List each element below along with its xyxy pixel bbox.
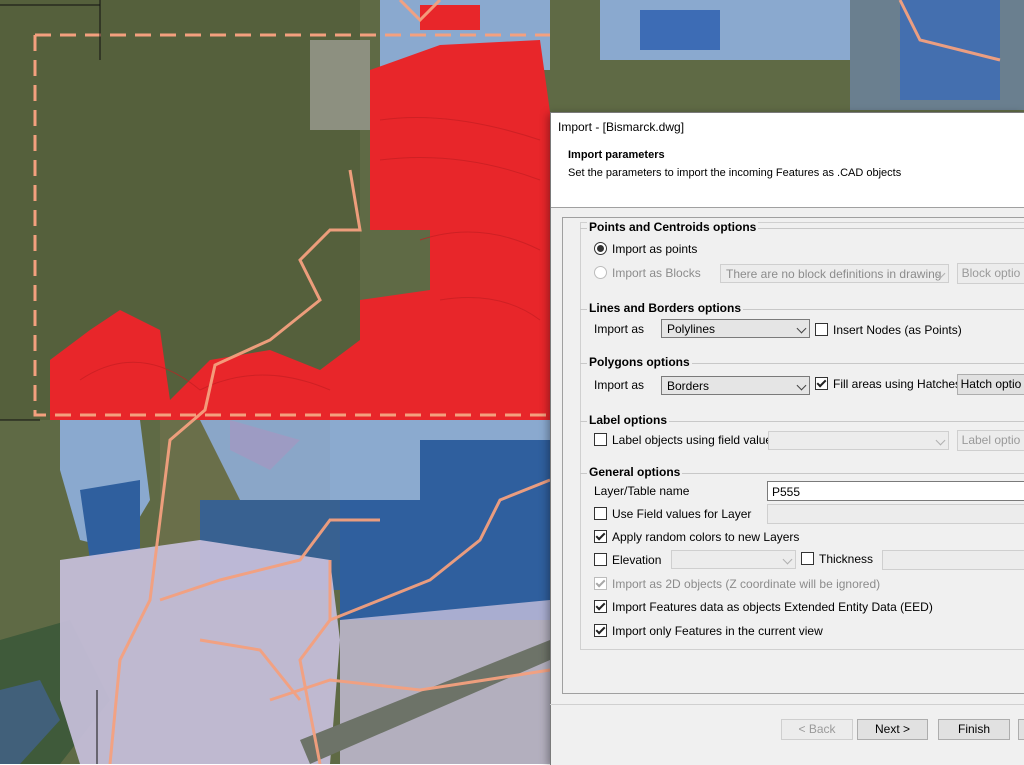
use-field-values-label: Use Field values for Layer xyxy=(612,507,752,521)
header-subtitle: Set the parameters to import the incomin… xyxy=(568,167,902,179)
elevation-label: Elevation xyxy=(612,553,662,567)
general-group-title: General options xyxy=(587,465,683,479)
import-2d-label: Import as 2D objects (Z coordinate will … xyxy=(612,577,881,591)
chevron-down-icon xyxy=(796,323,807,334)
elevation-combo[interactable] xyxy=(671,550,796,569)
parcel-area-blue-east xyxy=(420,440,550,510)
checkbox-icon xyxy=(594,507,607,520)
parcel-area-blue-west xyxy=(80,480,140,560)
back-button[interactable]: < Back xyxy=(781,719,853,740)
use-field-values-checkbox[interactable]: Use Field values for Layer xyxy=(594,504,751,524)
dialog-title: Import - [Bismarck.dwg] xyxy=(551,113,1024,141)
chevron-down-icon xyxy=(782,554,793,565)
checkbox-icon xyxy=(594,530,607,543)
checkbox-icon xyxy=(594,433,607,446)
hatch-options-button[interactable]: Hatch optio xyxy=(957,374,1024,395)
thickness-input[interactable] xyxy=(882,550,1024,570)
points-group-title: Points and Centroids options xyxy=(587,220,759,234)
block-options-button[interactable]: Block optio xyxy=(957,263,1024,284)
lines-import-as-value: Polylines xyxy=(667,322,716,336)
import-as-blocks-label: Import as Blocks xyxy=(612,266,701,280)
label-options-button[interactable]: Label optio xyxy=(957,430,1024,451)
parcel-area-light-blue-northeast xyxy=(600,0,850,60)
random-colors-label: Apply random colors to new Layers xyxy=(612,530,800,544)
layer-name-label: Layer/Table name xyxy=(594,484,690,498)
lines-group-title: Lines and Borders options xyxy=(587,301,744,315)
chevron-down-icon xyxy=(796,380,807,391)
dialog-header: Import parameters Set the parameters to … xyxy=(551,141,1024,208)
radio-icon xyxy=(594,266,607,279)
layer-field-input[interactable] xyxy=(767,504,1024,524)
polygons-import-as-value: Borders xyxy=(667,379,710,393)
parcel-area-lavender-south xyxy=(60,540,340,764)
import-as-points-label: Import as points xyxy=(612,242,698,256)
import-2d-checkbox[interactable]: Import as 2D objects (Z coordinate will … xyxy=(594,574,880,594)
thickness-checkbox[interactable]: Thickness xyxy=(801,549,873,569)
random-colors-checkbox[interactable]: Apply random colors to new Layers xyxy=(594,527,799,547)
lines-import-as-label: Import as xyxy=(594,322,645,336)
import-current-view-label: Import only Features in the current view xyxy=(612,624,823,638)
elevation-checkbox[interactable]: Elevation xyxy=(594,550,661,570)
label-objects-label: Label objects using field value xyxy=(612,433,773,447)
footer-divider xyxy=(550,704,1024,705)
import-eed-checkbox[interactable]: Import Features data as objects Extended… xyxy=(594,597,933,617)
parcel-block-red-north xyxy=(420,5,480,30)
parcel-area-red-main xyxy=(360,40,550,420)
insert-nodes-checkbox[interactable]: Insert Nodes (as Points) xyxy=(815,320,962,340)
checkbox-icon xyxy=(594,624,607,637)
import-current-view-checkbox[interactable]: Import only Features in the current view xyxy=(594,621,823,641)
polygons-import-as-combo[interactable]: Borders xyxy=(661,376,810,395)
import-as-blocks-radio[interactable]: Import as Blocks xyxy=(594,263,701,283)
lines-import-as-combo[interactable]: Polylines xyxy=(661,319,810,338)
label-objects-checkbox[interactable]: Label objects using field value xyxy=(594,430,772,450)
polygons-import-as-label: Import as xyxy=(594,378,645,392)
label-field-combo[interactable] xyxy=(768,431,949,450)
fill-areas-label: Fill areas using Hatches xyxy=(833,377,962,391)
import-eed-label: Import Features data as objects Extended… xyxy=(612,600,933,614)
cancel-button-partial[interactable] xyxy=(1018,719,1024,740)
parcel-block-blue xyxy=(640,10,720,50)
finish-button[interactable]: Finish xyxy=(938,719,1010,740)
checkbox-icon xyxy=(594,600,607,613)
header-title: Import parameters xyxy=(568,149,665,161)
chevron-down-icon xyxy=(935,435,946,446)
radio-icon xyxy=(594,242,607,255)
polygons-group-title: Polygons options xyxy=(587,355,692,369)
checkbox-icon xyxy=(594,577,607,590)
block-combo-value: There are no block definitions in drawin… xyxy=(726,267,942,281)
development-north xyxy=(310,40,370,130)
fill-areas-checkbox[interactable]: Fill areas using Hatches xyxy=(815,374,961,394)
insert-nodes-label: Insert Nodes (as Points) xyxy=(833,323,962,337)
next-button[interactable]: Next > xyxy=(857,719,928,740)
import-as-points-radio[interactable]: Import as points xyxy=(594,239,697,259)
checkbox-icon xyxy=(815,323,828,336)
parcel-area-blue-northeast xyxy=(900,0,1000,100)
checkbox-icon xyxy=(801,552,814,565)
thickness-label: Thickness xyxy=(819,552,874,566)
checkbox-icon xyxy=(815,377,828,390)
labels-group-title: Label options xyxy=(587,413,669,427)
block-definitions-combo[interactable]: There are no block definitions in drawin… xyxy=(720,264,949,283)
layer-name-input[interactable]: P555 xyxy=(767,481,1024,501)
checkbox-icon xyxy=(594,553,607,566)
